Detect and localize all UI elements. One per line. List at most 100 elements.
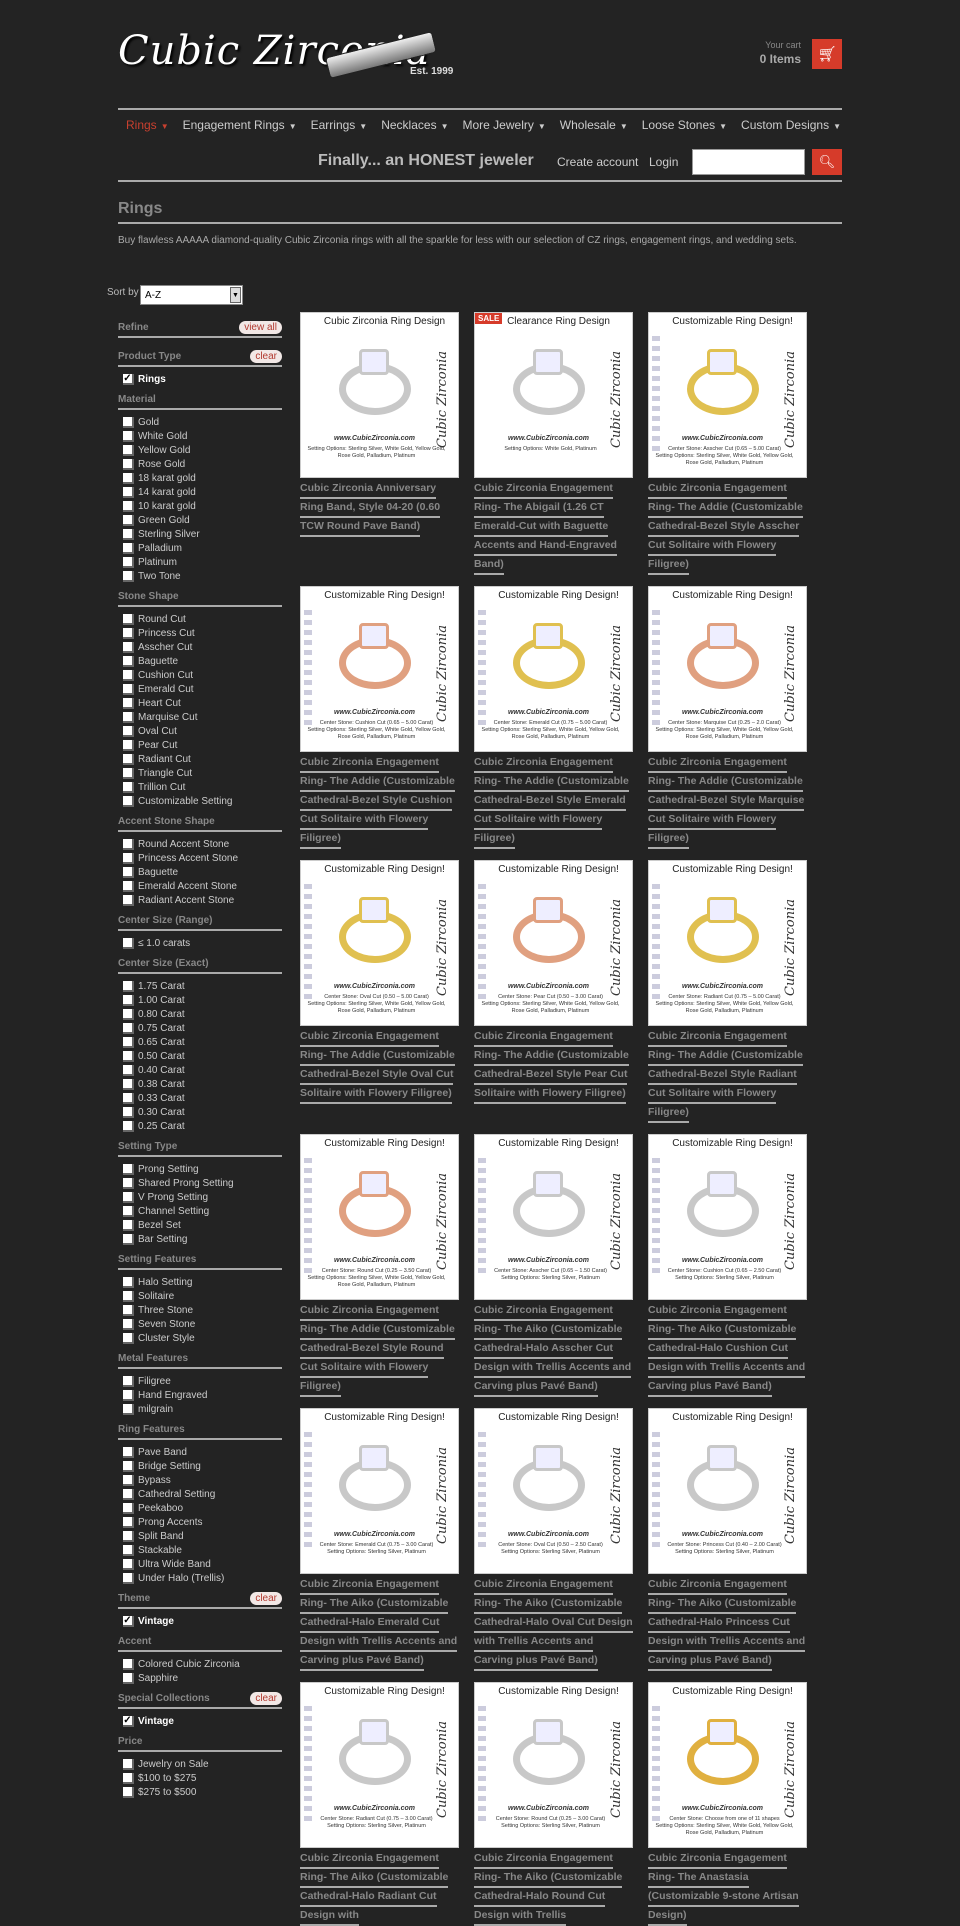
product-card[interactable]: Customizable Ring Design! Cubic Zirconia w… bbox=[648, 1408, 807, 1671]
checkbox[interactable] bbox=[123, 542, 134, 554]
product-card[interactable]: Customizable Ring Design! Cubic Zirconia w… bbox=[474, 1408, 633, 1671]
nav-item-rings[interactable]: Rings ▼ bbox=[126, 118, 169, 132]
checkbox[interactable] bbox=[123, 416, 134, 428]
filter-option[interactable]: Radiant Accent Stone bbox=[118, 893, 282, 907]
checkbox[interactable] bbox=[123, 430, 134, 442]
filter-option[interactable]: Pave Band bbox=[118, 1445, 282, 1459]
product-card[interactable]: Customizable Ring Design! Cubic Zirconia w… bbox=[648, 1682, 807, 1926]
filter-option[interactable]: Customizable Setting bbox=[118, 794, 282, 808]
filter-option[interactable]: ≤ 1.0 carats bbox=[118, 936, 282, 950]
product-title-link[interactable]: Cubic Zirconia Engagement Ring- The Addi… bbox=[648, 482, 803, 575]
checkbox[interactable] bbox=[123, 613, 134, 625]
checkbox[interactable] bbox=[123, 528, 134, 540]
filter-option[interactable]: 14 karat gold bbox=[118, 485, 282, 499]
checkbox[interactable]: ✓ bbox=[123, 1615, 134, 1627]
filter-option[interactable]: Oval Cut bbox=[118, 724, 282, 738]
product-card[interactable]: Customizable Ring Design! Cubic Zirconia w… bbox=[648, 1134, 807, 1397]
checkbox[interactable] bbox=[123, 1092, 134, 1104]
filter-option[interactable]: Halo Setting bbox=[118, 1275, 282, 1289]
product-image[interactable]: Customizable Ring Design! Cubic Zirconia w… bbox=[300, 1682, 459, 1848]
filter-option[interactable]: Rose Gold bbox=[118, 457, 282, 471]
product-image[interactable]: Customizable Ring Design! Cubic Zirconia w… bbox=[300, 1408, 459, 1574]
checkbox[interactable] bbox=[123, 500, 134, 512]
cart-button[interactable]: 🛒︎ bbox=[812, 39, 842, 69]
filter-option[interactable]: Heart Cut bbox=[118, 696, 282, 710]
checkbox[interactable] bbox=[123, 725, 134, 737]
product-title-link[interactable]: Cubic Zirconia Engagement Ring- The Addi… bbox=[648, 1030, 803, 1123]
checkbox[interactable] bbox=[123, 1008, 134, 1020]
checkbox[interactable] bbox=[123, 1474, 134, 1486]
checkbox[interactable] bbox=[123, 641, 134, 653]
checkbox[interactable] bbox=[123, 1672, 134, 1684]
sort-select[interactable]: A-Z ▼ bbox=[140, 285, 243, 305]
product-title-link[interactable]: Cubic Zirconia Engagement Ring- The Aiko… bbox=[474, 1304, 632, 1397]
checkbox[interactable] bbox=[123, 1276, 134, 1288]
filter-option[interactable]: 1.75 Carat bbox=[118, 979, 282, 993]
filter-option[interactable]: Princess Cut bbox=[118, 626, 282, 640]
checkbox[interactable] bbox=[123, 1502, 134, 1514]
checkbox[interactable] bbox=[123, 1658, 134, 1670]
checkbox[interactable] bbox=[123, 1191, 134, 1203]
checkbox[interactable] bbox=[123, 1106, 134, 1118]
filter-option[interactable]: $100 to $275 bbox=[118, 1771, 282, 1785]
filter-option[interactable]: Bypass bbox=[118, 1473, 282, 1487]
checkbox[interactable] bbox=[123, 1304, 134, 1316]
filter-option[interactable]: Round Accent Stone bbox=[118, 837, 282, 851]
product-title-link[interactable]: Cubic Zirconia Engagement Ring- The Addi… bbox=[474, 1030, 629, 1104]
product-card[interactable]: Customizable Ring Design! Cubic Zirconia w… bbox=[648, 312, 807, 575]
checkbox[interactable] bbox=[123, 486, 134, 498]
checkbox[interactable] bbox=[123, 1389, 134, 1401]
clear-filter-button[interactable]: clear bbox=[250, 350, 282, 363]
checkbox[interactable] bbox=[123, 1530, 134, 1542]
product-card[interactable]: Customizable Ring Design! Cubic Zirconia w… bbox=[474, 1134, 633, 1397]
product-title-link[interactable]: Cubic Zirconia Engagement Ring- The Abig… bbox=[474, 482, 617, 575]
filter-option[interactable]: Cathedral Setting bbox=[118, 1487, 282, 1501]
filter-option[interactable]: 0.75 Carat bbox=[118, 1021, 282, 1035]
checkbox[interactable] bbox=[123, 1403, 134, 1415]
product-title-link[interactable]: Cubic Zirconia Engagement Ring- The Addi… bbox=[300, 756, 455, 849]
filter-option[interactable]: Two Tone bbox=[118, 569, 282, 583]
product-card[interactable]: Customizable Ring Design! Cubic Zirconia w… bbox=[300, 860, 459, 1104]
checkbox[interactable] bbox=[123, 1177, 134, 1189]
checkbox[interactable] bbox=[123, 683, 134, 695]
nav-item-necklaces[interactable]: Necklaces ▼ bbox=[381, 118, 448, 132]
filter-option[interactable]: Palladium bbox=[118, 541, 282, 555]
filter-option[interactable]: Stackable bbox=[118, 1543, 282, 1557]
filter-option[interactable]: Jewelry on Sale bbox=[118, 1757, 282, 1771]
clear-filter-button[interactable]: clear bbox=[250, 1692, 282, 1705]
checkbox[interactable] bbox=[123, 556, 134, 568]
product-card[interactable]: Customizable Ring Design! Cubic Zirconia w… bbox=[300, 1682, 459, 1926]
product-image[interactable]: Cubic Zirconia Ring Design Cubic Zirconia… bbox=[300, 312, 459, 478]
filter-option[interactable]: ✓ Vintage bbox=[118, 1714, 282, 1728]
product-card[interactable]: Customizable Ring Design! Cubic Zirconia w… bbox=[474, 1682, 633, 1926]
filter-option[interactable]: Princess Accent Stone bbox=[118, 851, 282, 865]
filter-option[interactable]: Split Band bbox=[118, 1529, 282, 1543]
checkbox[interactable] bbox=[123, 655, 134, 667]
create-account-link[interactable]: Create account bbox=[557, 155, 638, 169]
product-image[interactable]: Customizable Ring Design! Cubic Zirconia w… bbox=[300, 860, 459, 1026]
checkbox[interactable]: ✓ bbox=[123, 373, 134, 385]
checkbox[interactable] bbox=[123, 1163, 134, 1175]
product-title-link[interactable]: Cubic Zirconia Engagement Ring- The Aiko… bbox=[300, 1578, 458, 1671]
filter-option[interactable]: Bezel Set bbox=[118, 1218, 282, 1232]
product-title-link[interactable]: Cubic Zirconia Engagement Ring- The Anas… bbox=[648, 1852, 799, 1926]
checkbox[interactable]: ✓ bbox=[123, 1715, 134, 1727]
product-image[interactable]: Customizable Ring Design! Cubic Zirconia w… bbox=[648, 312, 807, 478]
login-link[interactable]: Login bbox=[649, 155, 678, 169]
product-image[interactable]: Customizable Ring Design! Cubic Zirconia w… bbox=[648, 586, 807, 752]
filter-option[interactable]: milgrain bbox=[118, 1402, 282, 1416]
filter-option[interactable]: Channel Setting bbox=[118, 1204, 282, 1218]
checkbox[interactable] bbox=[123, 1290, 134, 1302]
filter-option[interactable]: Peekaboo bbox=[118, 1501, 282, 1515]
filter-option[interactable]: Colored Cubic Zirconia bbox=[118, 1657, 282, 1671]
filter-option[interactable]: 10 karat gold bbox=[118, 499, 282, 513]
checkbox[interactable] bbox=[123, 980, 134, 992]
product-title-link[interactable]: Cubic Zirconia Engagement Ring- The Addi… bbox=[474, 756, 629, 849]
filter-option[interactable]: ✓ Rings bbox=[118, 372, 282, 386]
filter-option[interactable]: Seven Stone bbox=[118, 1317, 282, 1331]
product-title-link[interactable]: Cubic Zirconia Engagement Ring- The Aiko… bbox=[474, 1578, 633, 1671]
checkbox[interactable] bbox=[123, 852, 134, 864]
product-image[interactable]: Customizable Ring Design! Cubic Zirconia w… bbox=[474, 1408, 633, 1574]
checkbox[interactable] bbox=[123, 1078, 134, 1090]
filter-option[interactable]: White Gold bbox=[118, 429, 282, 443]
